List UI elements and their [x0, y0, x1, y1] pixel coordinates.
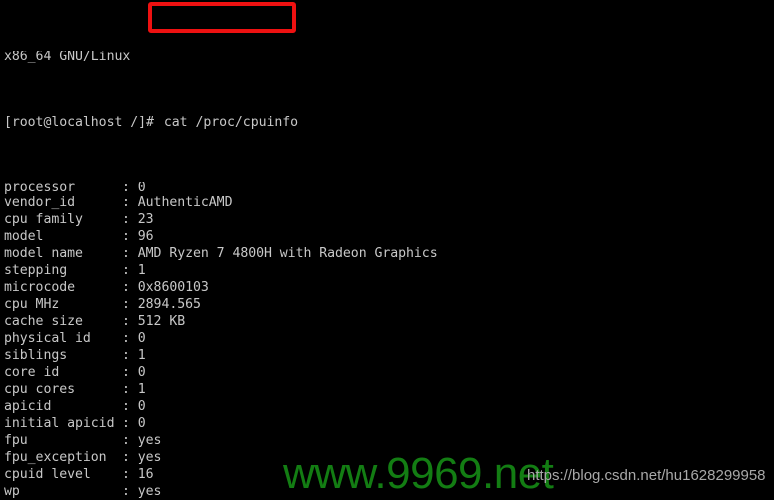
cpuinfo-value: yes: [137, 450, 162, 465]
terminal-output[interactable]: x86_64 GNU/Linux [root@localhost /]# cat…: [0, 0, 774, 500]
cpuinfo-colon: :: [122, 484, 138, 499]
cpuinfo-value: 1: [137, 263, 146, 278]
cpuinfo-value: 0: [137, 182, 146, 194]
cpuinfo-key: microcode: [4, 280, 76, 295]
cpuinfo-key: cache size: [4, 314, 83, 329]
cpuinfo-value: 512 KB: [137, 314, 186, 329]
cpuinfo-colon: :: [122, 467, 138, 482]
cpuinfo-key: model name: [4, 246, 83, 261]
cpuinfo-value: AuthenticAMD: [137, 195, 233, 210]
terminal-screenshot: x86_64 GNU/Linux [root@localhost /]# cat…: [0, 0, 774, 500]
cpuinfo-row: core id: 0: [0, 364, 774, 381]
cpuinfo-value: 2894.565: [137, 297, 201, 312]
cpuinfo-colon: :: [122, 314, 138, 329]
cpuinfo-value: 1: [137, 382, 146, 397]
cpuinfo-row: siblings: 1: [0, 347, 774, 364]
cpuinfo-row: cpu MHz: 2894.565: [0, 296, 774, 313]
cpuinfo-colon: :: [122, 229, 138, 244]
cpuinfo-colon: :: [122, 297, 138, 312]
command-line: [root@localhost /]# cat /proc/cpuinfo: [0, 114, 774, 131]
cpuinfo-row: cache size: 512 KB: [0, 313, 774, 330]
cpuinfo-colon: :: [122, 433, 138, 448]
cpuinfo-value: 96: [137, 229, 154, 244]
cpuinfo-row: processor: 0: [0, 182, 774, 194]
cpuinfo-value: 0: [137, 331, 146, 346]
cpuinfo-colon: :: [122, 195, 138, 210]
cpuinfo-key: siblings: [4, 348, 68, 363]
cpuinfo-value: 0: [137, 416, 146, 431]
cpuinfo-value: 0: [137, 399, 146, 414]
scrollback-partial-line: x86_64 GNU/Linux: [4, 51, 131, 63]
typed-command: cat /proc/cpuinfo: [163, 115, 299, 130]
cpuinfo-colon: :: [122, 246, 138, 261]
cpuinfo-row: fpu: yes: [0, 432, 774, 449]
cpuinfo-value: yes: [137, 484, 162, 499]
cpuinfo-key: cpuid level: [4, 467, 91, 482]
cpuinfo-colon: :: [122, 348, 138, 363]
cpuinfo-key: vendor_id: [4, 195, 76, 210]
site-watermark: www.9969.net: [283, 449, 554, 498]
cpuinfo-key: cpu MHz: [4, 297, 60, 312]
cpuinfo-value: yes: [137, 433, 162, 448]
cpuinfo-value: 23: [137, 212, 154, 227]
cpuinfo-key: initial apicid: [4, 416, 115, 431]
cpuinfo-colon: :: [122, 263, 138, 278]
cpuinfo-row: initial apicid: 0: [0, 415, 774, 432]
cpuinfo-row: apicid: 0: [0, 398, 774, 415]
cpuinfo-key: fpu_exception: [4, 450, 107, 465]
cpuinfo-row: model name: AMD Ryzen 7 4800H with Radeo…: [0, 245, 774, 262]
cpuinfo-row: microcode: 0x8600103: [0, 279, 774, 296]
cpuinfo-key: stepping: [4, 263, 68, 278]
cpuinfo-colon: :: [122, 365, 138, 380]
cpuinfo-colon: :: [122, 450, 138, 465]
cpuinfo-key: processor: [4, 182, 76, 194]
cpuinfo-value: AMD Ryzen 7 4800H with Radeon Graphics: [137, 246, 438, 261]
cpuinfo-key: cpu family: [4, 212, 83, 227]
blog-url-watermark: https://blog.csdn.net/hu1628299958: [527, 467, 766, 484]
cpuinfo-row: physical id: 0: [0, 330, 774, 347]
shell-prompt: [root@localhost /]#: [4, 115, 154, 130]
cpuinfo-key: physical id: [4, 331, 91, 346]
cpuinfo-value: 16: [137, 467, 154, 482]
cpuinfo-row: cpu cores: 1: [0, 381, 774, 398]
cpuinfo-key: core id: [4, 365, 60, 380]
cpuinfo-colon: :: [122, 212, 138, 227]
cpuinfo-colon: :: [122, 182, 138, 194]
cpuinfo-row: cpu family: 23: [0, 211, 774, 228]
cpuinfo-row: model: 96: [0, 228, 774, 245]
cpuinfo-colon: :: [122, 280, 138, 295]
cpuinfo-value: 0: [137, 365, 146, 380]
cpuinfo-colon: :: [122, 331, 138, 346]
cpuinfo-colon: :: [122, 399, 138, 414]
cpuinfo-key: apicid: [4, 399, 52, 414]
cpuinfo-colon: :: [122, 382, 138, 397]
cpuinfo-value: 1: [137, 348, 146, 363]
cpuinfo-row: vendor_id: AuthenticAMD: [0, 194, 774, 211]
cpuinfo-value: 0x8600103: [137, 280, 209, 295]
cpuinfo-colon: :: [122, 416, 138, 431]
cpuinfo-key: cpu cores: [4, 382, 76, 397]
cpuinfo-row: stepping: 1: [0, 262, 774, 279]
cpuinfo-key: fpu: [4, 433, 28, 448]
cpuinfo-key: model: [4, 229, 44, 244]
cpuinfo-key: wp: [4, 484, 20, 499]
